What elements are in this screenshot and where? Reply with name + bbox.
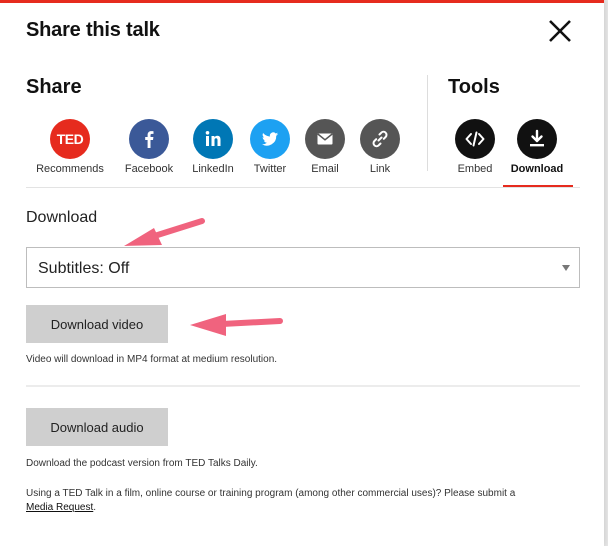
linkedin-icon [193, 119, 233, 159]
download-section-label: Download [26, 209, 98, 226]
trailing-period: . [93, 502, 97, 513]
share-option-facebook[interactable]: Facebook [112, 119, 186, 175]
background-page-edge [604, 0, 608, 546]
commercial-use-note: Using a TED Talk in a film, online cours… [26, 487, 566, 515]
download-video-button[interactable]: Download video [26, 305, 168, 343]
share-option-link[interactable]: Link [343, 119, 417, 175]
close-icon[interactable] [546, 17, 574, 45]
share-modal: Share this talk Share Tools TED Recommen… [0, 0, 604, 546]
subtitles-select-value: Subtitles: Off [38, 260, 130, 277]
tools-section-title: Tools [448, 76, 500, 98]
annotation-arrow-icon [124, 218, 205, 246]
tool-option-label: Download [510, 163, 564, 175]
share-option-label: Link [369, 163, 391, 175]
email-icon [305, 119, 345, 159]
ted-logo-text: TED [56, 131, 84, 147]
header-divider [26, 187, 580, 188]
video-format-note: Video will download in MP4 format at med… [26, 354, 278, 365]
podcast-note: Download the podcast version from TED Ta… [26, 458, 258, 469]
share-section-title: Share [26, 76, 82, 98]
share-option-label: Recommends [36, 163, 104, 175]
chevron-down-icon [562, 265, 570, 271]
subtitles-select[interactable]: Subtitles: Off [26, 247, 580, 288]
download-icon [517, 119, 557, 159]
section-divider [427, 75, 428, 171]
link-icon [360, 119, 400, 159]
commercial-use-text: Using a TED Talk in a film, online cours… [26, 488, 516, 499]
modal-title: Share this talk [26, 19, 160, 41]
download-audio-button[interactable]: Download audio [26, 408, 168, 446]
tool-option-download[interactable]: Download [500, 119, 574, 175]
annotation-arrow-icon [190, 314, 283, 336]
section-divider-horizontal [26, 385, 580, 387]
share-option-ted-recommends[interactable]: TED Recommends [33, 119, 107, 175]
share-option-label: Facebook [124, 163, 174, 175]
facebook-icon [129, 119, 169, 159]
media-request-link[interactable]: Media Request [26, 502, 93, 513]
twitter-icon [250, 119, 290, 159]
embed-code-icon [455, 119, 495, 159]
ted-logo-icon: TED [50, 119, 90, 159]
